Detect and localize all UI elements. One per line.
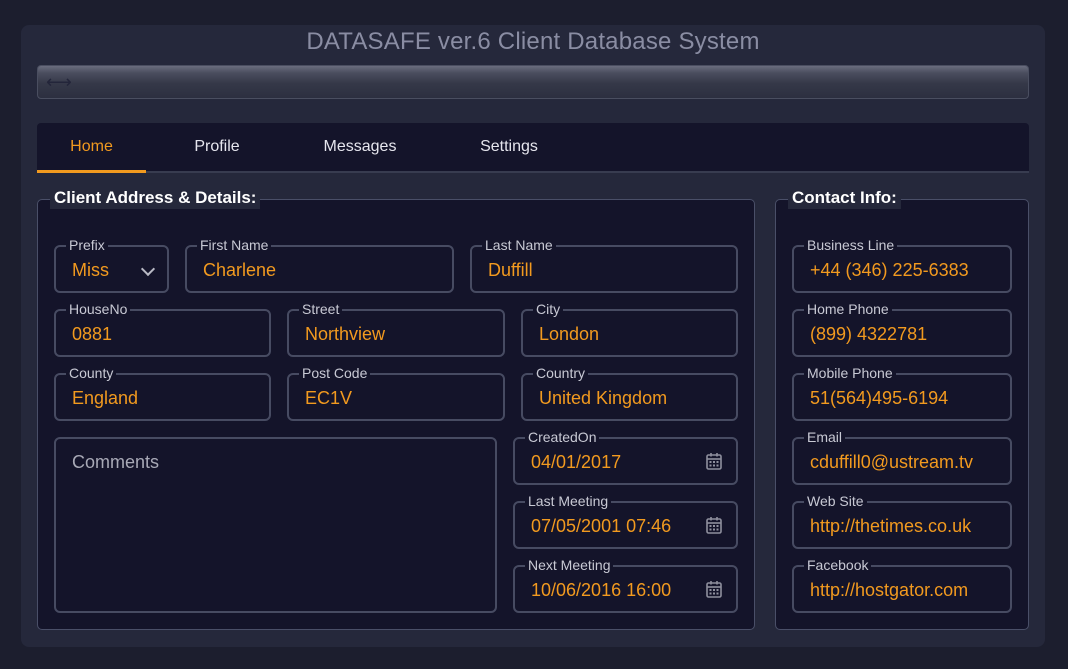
contact-info-title: Contact Info:	[788, 187, 901, 209]
post-code-field[interactable]: Post Code EC1V	[287, 365, 505, 421]
drag-handle-icon[interactable]: ⟷	[46, 73, 72, 91]
business-line-label: Business Line	[804, 237, 898, 253]
tab-profile[interactable]: Profile	[177, 123, 257, 173]
street-label: Street	[299, 301, 343, 317]
client-details-title: Client Address & Details:	[50, 187, 261, 209]
home-phone-field[interactable]: Home Phone (899) 4322781	[792, 301, 1012, 357]
next-meeting-date-field[interactable]: Next Meeting 10/06/2016 16:00	[513, 557, 738, 613]
last-name-label: Last Name	[482, 237, 556, 253]
next-meeting-value: 10/06/2016 16:00	[531, 580, 672, 600]
web-site-label: Web Site	[804, 493, 867, 509]
last-meeting-date-field[interactable]: Last Meeting 07/05/2001 07:46	[513, 493, 738, 549]
city-label: City	[533, 301, 564, 317]
country-label: Country	[533, 365, 589, 381]
email-field[interactable]: Email cduffill0@ustream.tv	[792, 429, 1012, 485]
first-name-label: First Name	[197, 237, 272, 253]
post-code-value: EC1V	[305, 388, 353, 408]
street-value: Northview	[305, 324, 386, 344]
home-phone-value: (899) 4322781	[810, 324, 928, 344]
county-label: County	[66, 365, 117, 381]
last-meeting-value: 07/05/2001 07:46	[531, 516, 672, 536]
app-title: DATASAFE ver.6 Client Database System	[306, 28, 760, 55]
contact-info-panel: Contact Info: Business Line +44 (346) 22…	[775, 187, 1029, 630]
business-line-field[interactable]: Business Line +44 (346) 225-6383	[792, 237, 1012, 293]
post-code-label: Post Code	[299, 365, 371, 381]
last-name-value: Duffill	[488, 260, 533, 280]
county-value: England	[72, 388, 139, 408]
mobile-phone-field[interactable]: Mobile Phone 51(564)495-6194	[792, 365, 1012, 421]
facebook-field[interactable]: Facebook http://hostgator.com	[792, 557, 1012, 613]
chevron-down-icon[interactable]	[140, 261, 156, 277]
house-no-field[interactable]: HouseNo 0881	[54, 301, 271, 357]
mobile-phone-label: Mobile Phone	[804, 365, 896, 381]
tab-bar: Home Profile Messages Settings	[37, 123, 1029, 173]
last-meeting-label: Last Meeting	[525, 493, 612, 509]
first-name-field[interactable]: First Name Charlene	[185, 237, 454, 293]
calendar-icon[interactable]	[706, 580, 722, 598]
prefix-value: Miss	[72, 260, 109, 280]
created-on-label: CreatedOn	[525, 429, 600, 445]
tab-home[interactable]: Home	[37, 123, 146, 173]
facebook-value: http://hostgator.com	[810, 580, 969, 600]
street-field[interactable]: Street Northview	[287, 301, 505, 357]
web-site-value: http://thetimes.co.uk	[810, 516, 972, 536]
prefix-label: Prefix	[66, 237, 108, 253]
email-label: Email	[804, 429, 846, 445]
prefix-select[interactable]: Prefix Miss	[54, 237, 169, 293]
country-value: United Kingdom	[539, 388, 668, 408]
client-details-panel: Client Address & Details: Prefix Miss Fi…	[37, 187, 755, 630]
app-window: DATASAFE ver.6 Client Database System ⟷ …	[21, 25, 1045, 647]
web-site-field[interactable]: Web Site http://thetimes.co.uk	[792, 493, 1012, 549]
tab-settings[interactable]: Settings	[469, 123, 549, 173]
created-on-date-field[interactable]: CreatedOn 04/01/2017	[513, 429, 738, 485]
calendar-icon[interactable]	[706, 452, 722, 470]
facebook-label: Facebook	[804, 557, 872, 573]
email-value: cduffill0@ustream.tv	[810, 452, 974, 472]
first-name-value: Charlene	[203, 260, 277, 280]
next-meeting-label: Next Meeting	[525, 557, 614, 573]
comments-textarea[interactable]: Comments	[54, 437, 497, 613]
comments-placeholder: Comments	[72, 452, 160, 472]
county-field[interactable]: County England	[54, 365, 271, 421]
house-no-label: HouseNo	[66, 301, 131, 317]
calendar-icon[interactable]	[706, 516, 722, 534]
toolbar[interactable]: ⟷	[37, 65, 1029, 99]
house-no-value: 0881	[72, 324, 113, 344]
city-field[interactable]: City London	[521, 301, 738, 357]
business-line-value: +44 (346) 225-6383	[810, 260, 969, 280]
last-name-field[interactable]: Last Name Duffill	[470, 237, 738, 293]
tab-messages[interactable]: Messages	[315, 123, 405, 173]
home-phone-label: Home Phone	[804, 301, 892, 317]
created-on-value: 04/01/2017	[531, 452, 622, 472]
city-value: London	[539, 324, 600, 344]
country-field[interactable]: Country United Kingdom	[521, 365, 738, 421]
mobile-phone-value: 51(564)495-6194	[810, 388, 949, 408]
